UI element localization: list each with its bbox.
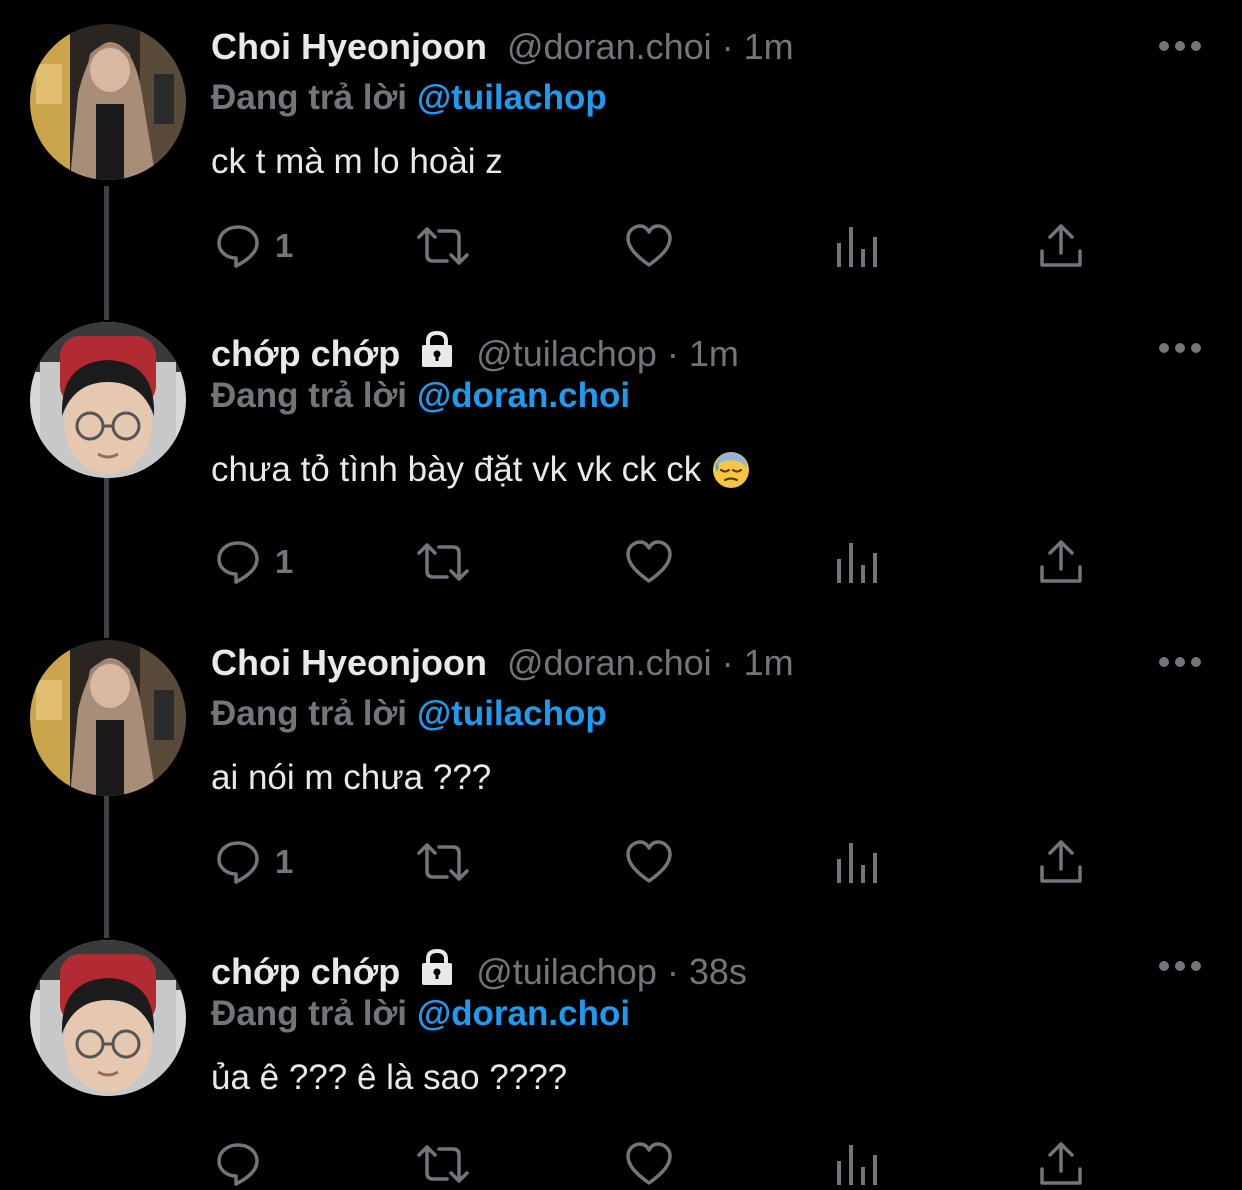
user-handle[interactable]: @doran.choi [507,642,712,684]
reply-count: 1 [275,843,294,880]
replying-label: Đang trả lời [211,994,408,1033]
retweet-button[interactable] [415,1138,471,1190]
downcast-face-with-sweat-icon [713,452,750,488]
reply-count: 1 [275,227,294,264]
replying-label: Đang trả lời [211,78,408,117]
analytics-icon [837,227,877,267]
avatar[interactable] [30,24,186,180]
replying-to: Đang trả lời @doran.choi [211,994,630,1034]
analytics-button[interactable] [835,1138,879,1190]
replying-to: Đang trả lời @tuilachop [211,78,607,118]
replying-label: Đang trả lời [211,376,408,415]
share-icon [1040,540,1082,583]
timestamp[interactable]: 1m [744,26,794,68]
timestamp[interactable]: 38s [689,951,747,993]
user-handle[interactable]: @tuilachop [476,951,657,993]
display-name[interactable]: Choi Hyeonjoon [211,26,487,68]
separator-dot: · [666,951,679,992]
tweet[interactable]: Choi Hyeonjoon @doran.choi · 1m Đang trả… [0,24,1242,304]
share-button[interactable] [1039,836,1083,888]
tweet[interactable]: chớp chớp @tuilachop · 1m Đang trả lời @d… [0,322,1242,618]
separator-dot: · [721,26,734,67]
heart-icon [626,1142,672,1185]
reply-button[interactable]: 1 [215,536,293,588]
more-options-icon[interactable] [1158,654,1202,670]
more-options-icon[interactable] [1158,38,1202,54]
display-name[interactable]: Choi Hyeonjoon [211,642,487,684]
tweet-text: ck t mà m lo hoài z [211,142,503,182]
tweet-text: chưa tỏ tình bày đặt vk vk ck ck [211,450,751,490]
share-icon [1040,1142,1082,1185]
tweet-text-content: ck t mà m lo hoài z [211,142,503,181]
tweet-actions: 1 [211,220,1091,272]
user-handle[interactable]: @tuilachop [476,333,657,375]
timestamp[interactable]: 1m [744,642,794,684]
avatar[interactable] [30,940,186,1096]
reply-button[interactable] [215,1138,275,1190]
retweet-button[interactable] [415,836,471,888]
retweet-icon [417,227,469,265]
display-name[interactable]: chớp chớp [211,951,400,993]
analytics-button[interactable] [835,536,879,588]
avatar[interactable] [30,322,186,478]
tweet-text: ai nói m chưa ??? [211,758,491,798]
more-options-icon[interactable] [1158,340,1202,356]
display-name[interactable]: chớp chớp [211,333,400,375]
heart-icon [626,540,672,583]
share-button[interactable] [1039,1138,1083,1190]
analytics-icon [837,843,877,883]
lock-icon [422,330,453,367]
reply-icon [217,225,259,268]
like-button[interactable] [625,836,673,888]
mention-link[interactable]: @doran.choi [417,376,630,415]
analytics-icon [837,1145,877,1185]
share-icon [1040,840,1082,883]
tweet[interactable]: Choi Hyeonjoon @doran.choi · 1m Đang trả… [0,640,1242,916]
separator-dot: · [666,333,679,374]
heart-icon [626,840,672,883]
reply-icon [217,841,259,884]
retweet-icon [417,843,469,881]
tweet-text-content: chưa tỏ tình bày đặt vk vk ck ck [211,450,702,489]
retweet-icon [417,1145,469,1183]
separator-dot: · [721,642,734,683]
analytics-button[interactable] [835,220,879,272]
timestamp[interactable]: 1m [689,333,739,375]
tweet-actions: 1 [211,836,1091,888]
tweet[interactable]: chớp chớp @tuilachop · 38s Đang trả lời @… [0,940,1242,1189]
tweet-text: ủa ê ??? ê là sao ???? [211,1058,567,1098]
heart-icon [626,224,672,267]
lock-icon [422,948,453,985]
tweet-actions [211,1138,1091,1190]
tweet-text-content: ủa ê ??? ê là sao ???? [211,1058,568,1097]
retweet-button[interactable] [415,536,471,588]
share-button[interactable] [1039,536,1083,588]
reply-icon [217,1143,259,1186]
user-handle[interactable]: @doran.choi [507,26,712,68]
retweet-button[interactable] [415,220,471,272]
like-button[interactable] [625,1138,673,1190]
reply-button[interactable]: 1 [215,220,293,272]
reply-icon [217,541,259,584]
retweet-icon [417,543,469,581]
replying-label: Đang trả lời [211,694,408,733]
more-options-icon[interactable] [1158,958,1202,974]
share-icon [1040,224,1082,267]
like-button[interactable] [625,220,673,272]
reply-count: 1 [275,543,294,580]
like-button[interactable] [625,536,673,588]
analytics-icon [837,543,877,583]
replying-to: Đang trả lời @doran.choi [211,376,630,416]
replying-to: Đang trả lời @tuilachop [211,694,607,734]
tweet-text-content: ai nói m chưa ??? [211,758,492,797]
reply-button[interactable]: 1 [215,836,293,888]
tweet-actions: 1 [211,536,1091,588]
share-button[interactable] [1039,220,1083,272]
mention-link[interactable]: @tuilachop [417,78,607,117]
mention-link[interactable]: @tuilachop [417,694,607,733]
mention-link[interactable]: @doran.choi [417,994,630,1033]
avatar[interactable] [30,640,186,796]
analytics-button[interactable] [835,836,879,888]
